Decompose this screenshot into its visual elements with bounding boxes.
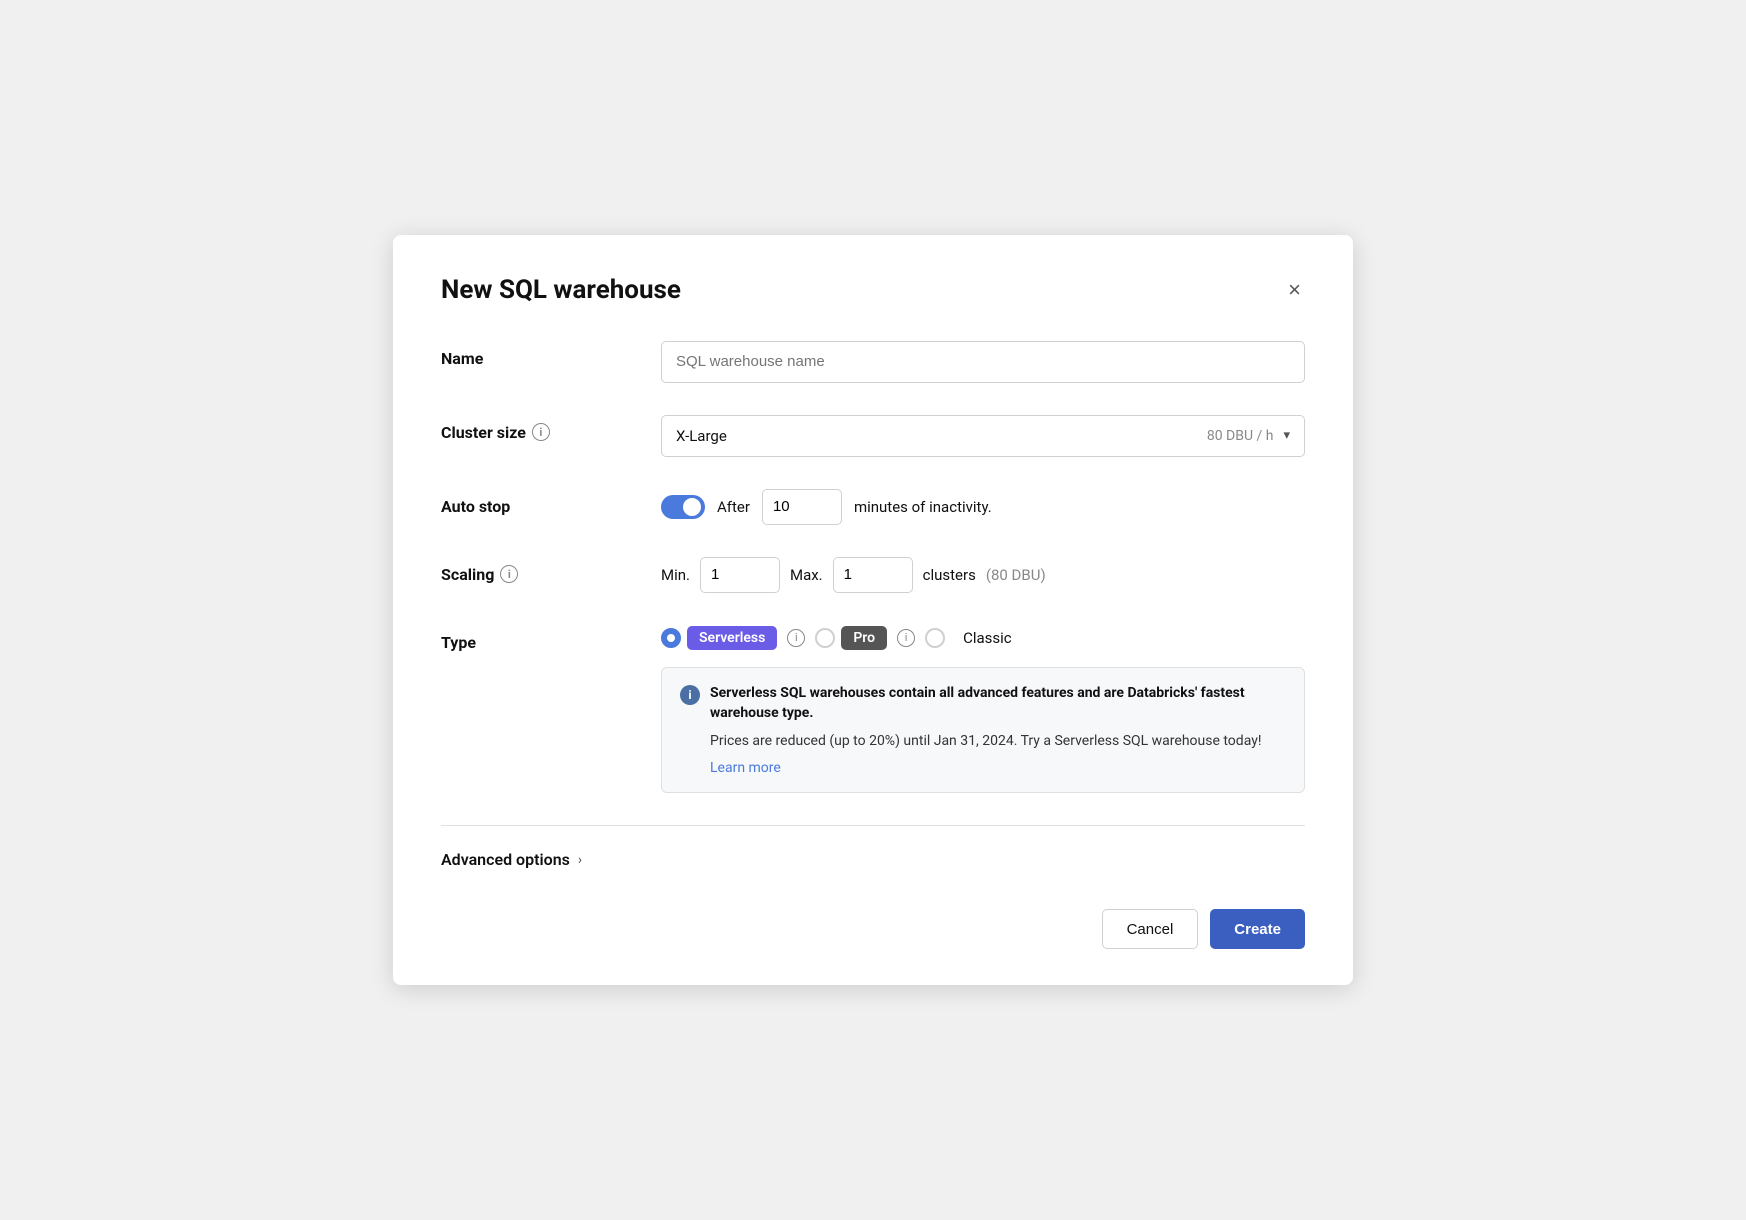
scaling-max-input[interactable]: [833, 557, 913, 593]
serverless-info-box: i Serverless SQL warehouses contain all …: [661, 667, 1305, 793]
name-control: [661, 341, 1305, 383]
advanced-options-row[interactable]: Advanced options ›: [441, 850, 1305, 869]
classic-radio[interactable]: [925, 628, 945, 648]
pro-option[interactable]: Pro: [815, 626, 887, 650]
autostop-row: After minutes of inactivity.: [661, 489, 1305, 525]
close-button[interactable]: ×: [1284, 275, 1305, 305]
scaling-row: Scaling i Min. Max. clusters (80 DBU): [441, 557, 1305, 593]
cluster-size-value: X-Large: [676, 427, 727, 445]
clusters-text: clusters: [923, 566, 976, 584]
min-label: Min.: [661, 566, 690, 584]
scaling-inputs-row: Min. Max. clusters (80 DBU): [661, 557, 1305, 593]
cluster-size-select[interactable]: X-Large 80 DBU / h ▾: [661, 415, 1305, 457]
cluster-size-row: Cluster size i X-Large 80 DBU / h ▾: [441, 415, 1305, 457]
auto-stop-toggle[interactable]: [661, 495, 705, 519]
divider: [441, 825, 1305, 826]
max-label: Max.: [790, 566, 823, 584]
inactivity-text: minutes of inactivity.: [854, 498, 992, 516]
auto-stop-minutes-input[interactable]: [762, 489, 842, 525]
dialog-footer: Cancel Create: [441, 909, 1305, 949]
scaling-dbu-text: (80 DBU): [986, 566, 1046, 584]
auto-stop-row: Auto stop After minutes of inactivity.: [441, 489, 1305, 525]
chevron-down-icon: ▾: [1283, 428, 1290, 443]
name-row: Name: [441, 341, 1305, 383]
scaling-label: Scaling i: [441, 557, 661, 584]
type-options: Serverless i Pro i Classic: [661, 625, 1305, 651]
pro-info-icon[interactable]: i: [897, 629, 915, 647]
type-label: Type: [441, 625, 661, 652]
cluster-size-control: X-Large 80 DBU / h ▾: [661, 415, 1305, 457]
cancel-button[interactable]: Cancel: [1102, 909, 1199, 949]
pro-badge: Pro: [841, 626, 887, 650]
type-control: Serverless i Pro i Classic i: [661, 625, 1305, 793]
classic-option[interactable]: Classic: [925, 625, 1024, 651]
cluster-size-label: Cluster size i: [441, 415, 661, 442]
toggle-slider: [661, 495, 705, 519]
name-input[interactable]: [661, 341, 1305, 383]
serverless-radio[interactable]: [661, 628, 681, 648]
dialog-title: New SQL warehouse: [441, 275, 681, 305]
auto-stop-label: Auto stop: [441, 489, 661, 516]
dialog-header: New SQL warehouse ×: [441, 275, 1305, 305]
advanced-options-label: Advanced options: [441, 850, 570, 869]
info-box-icon: i: [680, 685, 700, 705]
scaling-info-icon[interactable]: i: [500, 565, 518, 583]
name-label: Name: [441, 341, 661, 368]
cluster-size-dbu: 80 DBU / h: [1207, 428, 1274, 444]
create-button[interactable]: Create: [1210, 909, 1305, 949]
info-box-body: Prices are reduced (up to 20%) until Jan…: [680, 731, 1286, 752]
serverless-badge: Serverless: [687, 626, 777, 650]
scaling-control: Min. Max. clusters (80 DBU): [661, 557, 1305, 593]
info-box-header: i Serverless SQL warehouses contain all …: [680, 684, 1286, 723]
advanced-chevron-icon: ›: [578, 852, 582, 868]
after-text: After: [717, 498, 750, 516]
auto-stop-control: After minutes of inactivity.: [661, 489, 1305, 525]
scaling-min-input[interactable]: [700, 557, 780, 593]
pro-radio[interactable]: [815, 628, 835, 648]
learn-more-link[interactable]: Learn more: [680, 760, 1286, 776]
new-sql-warehouse-dialog: New SQL warehouse × Name Cluster size i …: [393, 235, 1353, 985]
classic-badge: Classic: [951, 625, 1024, 651]
info-box-title: Serverless SQL warehouses contain all ad…: [710, 684, 1286, 723]
cluster-size-info-icon[interactable]: i: [532, 423, 550, 441]
serverless-info-icon[interactable]: i: [787, 629, 805, 647]
serverless-option[interactable]: Serverless: [661, 626, 777, 650]
type-row: Type Serverless i Pro i Classic: [441, 625, 1305, 793]
